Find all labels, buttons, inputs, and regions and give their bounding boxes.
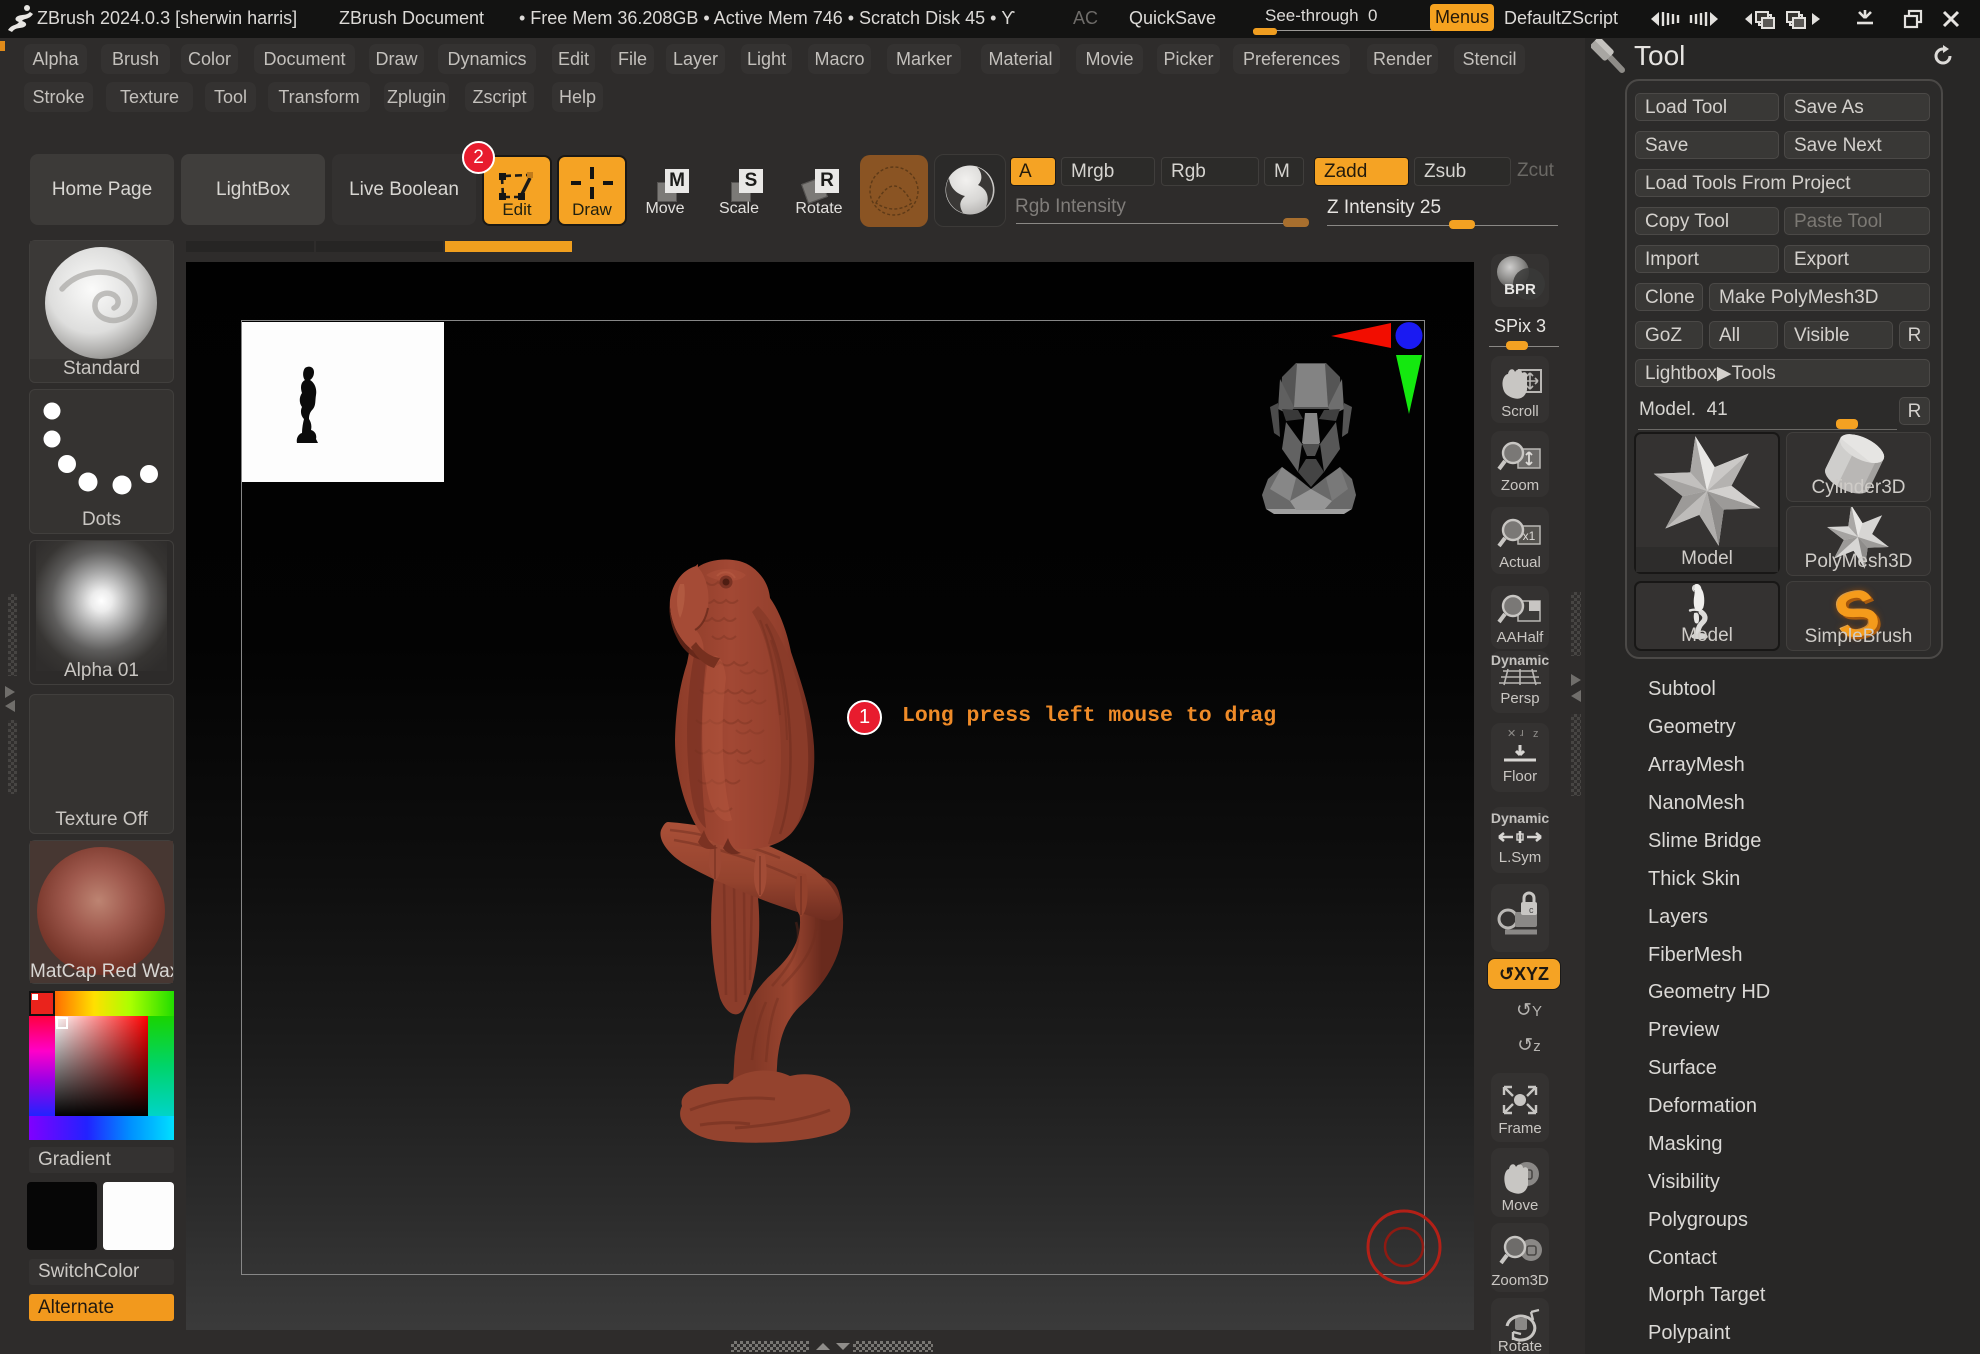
svg-text:Dynamic: Dynamic: [1491, 810, 1549, 826]
svg-text:Floor: Floor: [1503, 768, 1537, 785]
svg-text:Move: Move: [1502, 1197, 1539, 1214]
svg-text:Frame: Frame: [1498, 1120, 1541, 1137]
svg-text:Draw: Draw: [572, 200, 612, 219]
svg-text:Persp: Persp: [1500, 690, 1539, 707]
svg-text:Zoom3D: Zoom3D: [1491, 1272, 1549, 1289]
svg-text:Dynamic: Dynamic: [1491, 652, 1549, 668]
svg-text:BPR: BPR: [1504, 281, 1536, 298]
svg-text:L.Sym: L.Sym: [1499, 849, 1542, 866]
svg-text:x1: x1: [1523, 529, 1536, 543]
svg-text:AAHalf: AAHalf: [1497, 629, 1545, 646]
svg-text:Actual: Actual: [1499, 554, 1541, 571]
svg-text:Scroll: Scroll: [1501, 403, 1539, 420]
svg-text:c: c: [1529, 905, 1534, 915]
svg-text:z: z: [1533, 728, 1539, 740]
svg-text:✕: ✕: [1507, 728, 1516, 740]
svg-text:ɹ: ɹ: [1520, 727, 1524, 739]
svg-text:Edit: Edit: [502, 200, 532, 219]
svg-text:Zoom: Zoom: [1501, 477, 1539, 494]
svg-text:Rotate: Rotate: [1498, 1338, 1542, 1354]
